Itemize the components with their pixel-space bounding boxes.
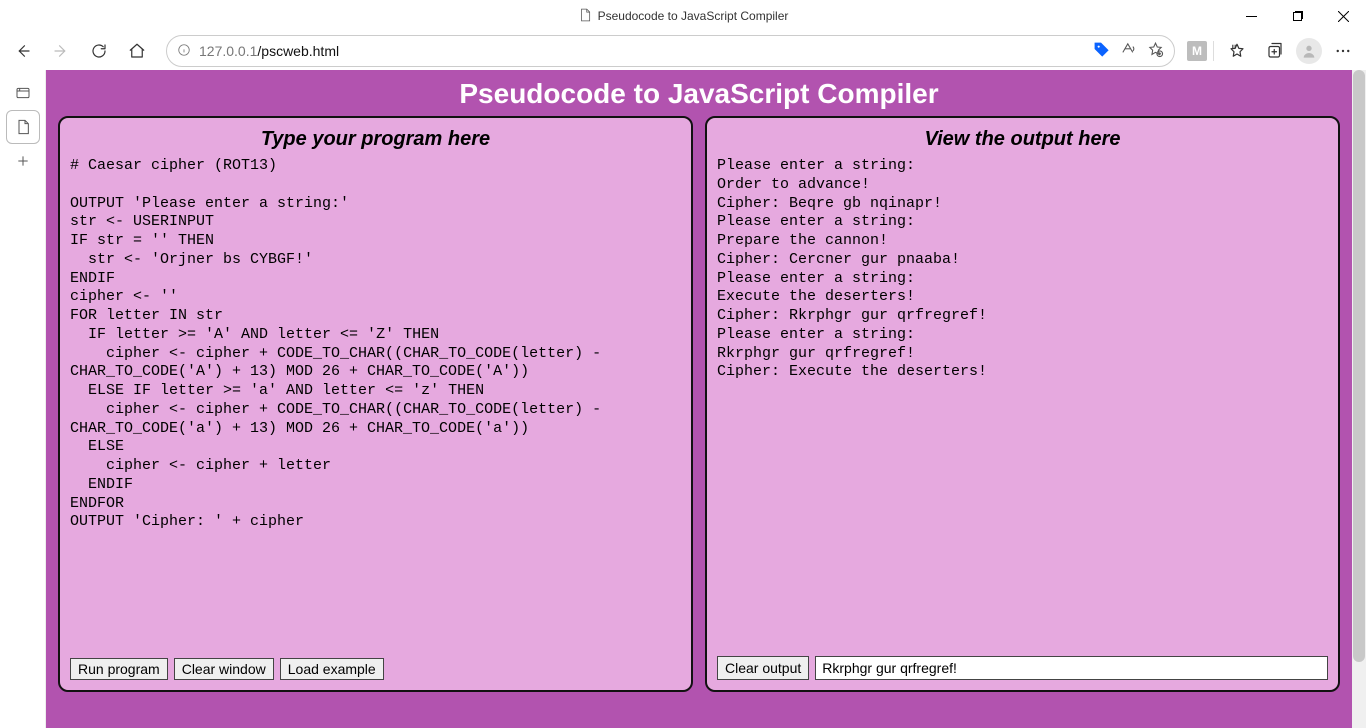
window-maximize-button[interactable] xyxy=(1274,0,1320,32)
window-close-button[interactable] xyxy=(1320,0,1366,32)
collections-icon[interactable] xyxy=(1258,35,1292,67)
shopping-tag-icon[interactable] xyxy=(1093,41,1110,61)
run-program-button[interactable]: Run program xyxy=(70,658,168,680)
vertical-tab-rail xyxy=(0,70,46,728)
favorites-star-icon[interactable] xyxy=(1220,35,1254,67)
extension-badge[interactable]: M xyxy=(1187,41,1207,61)
more-menu-icon[interactable] xyxy=(1326,35,1360,67)
document-icon xyxy=(578,8,592,25)
address-bar[interactable]: 127.0.0.1/pscweb.html xyxy=(166,35,1175,67)
read-aloud-icon[interactable] xyxy=(1120,41,1137,61)
window-minimize-button[interactable] xyxy=(1228,0,1274,32)
window-titlebar: Pseudocode to JavaScript Compiler xyxy=(0,0,1366,32)
output-controls: Clear output xyxy=(717,656,1328,680)
site-info-icon[interactable] xyxy=(177,43,191,60)
toolbar-separator xyxy=(1213,41,1214,61)
tab-actions-icon[interactable] xyxy=(6,76,40,110)
user-input-field[interactable] xyxy=(815,656,1328,680)
new-tab-icon[interactable] xyxy=(6,144,40,178)
editor-controls: Run program Clear window Load example xyxy=(70,658,681,680)
clear-output-button[interactable]: Clear output xyxy=(717,656,809,680)
url-host: 127.0.0.1 xyxy=(199,43,257,59)
forward-button[interactable] xyxy=(44,35,78,67)
load-example-button[interactable]: Load example xyxy=(280,658,384,680)
favorites-icon[interactable] xyxy=(1147,41,1164,61)
page-viewport: Pseudocode to JavaScript Compiler Type y… xyxy=(46,70,1352,728)
refresh-button[interactable] xyxy=(82,35,116,67)
window-title: Pseudocode to JavaScript Compiler xyxy=(598,9,789,23)
home-button[interactable] xyxy=(120,35,154,67)
output-panel: View the output here Please enter a stri… xyxy=(705,116,1340,692)
vertical-scrollbar[interactable] xyxy=(1352,70,1366,728)
current-tab-icon[interactable] xyxy=(6,110,40,144)
profile-avatar[interactable] xyxy=(1296,38,1322,64)
output-console: Please enter a string: Order to advance!… xyxy=(717,157,1328,648)
browser-toolbar: 127.0.0.1/pscweb.html M xyxy=(0,32,1366,70)
scrollbar-thumb[interactable] xyxy=(1353,70,1365,662)
clear-window-button[interactable]: Clear window xyxy=(174,658,274,680)
app-title: Pseudocode to JavaScript Compiler xyxy=(46,70,1352,116)
back-button[interactable] xyxy=(6,35,40,67)
editor-panel: Type your program here # Caesar cipher (… xyxy=(58,116,693,692)
editor-heading: Type your program here xyxy=(70,128,681,151)
url-path: /pscweb.html xyxy=(257,43,339,59)
output-heading: View the output here xyxy=(717,128,1328,151)
code-editor[interactable]: # Caesar cipher (ROT13) OUTPUT 'Please e… xyxy=(70,157,681,650)
